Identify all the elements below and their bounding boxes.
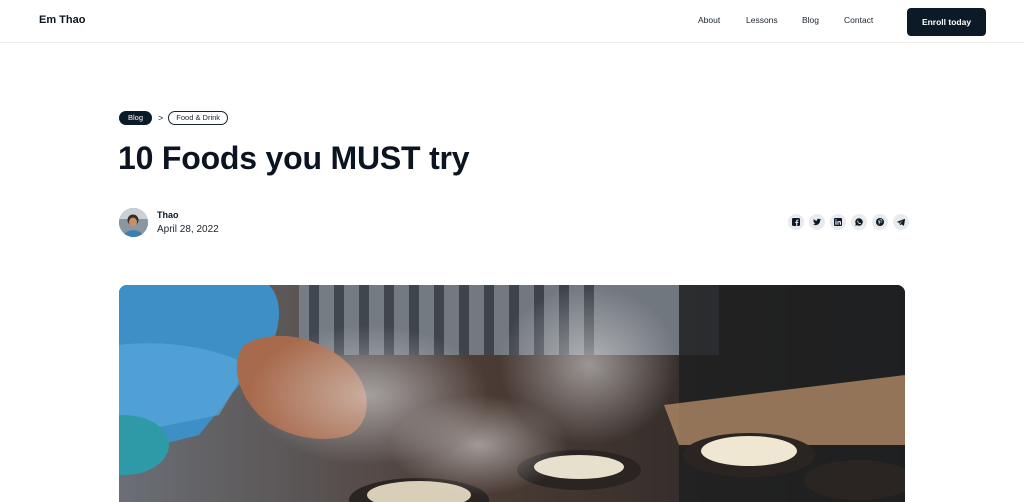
share-bar	[788, 214, 909, 230]
share-whatsapp-button[interactable]	[851, 214, 867, 230]
enroll-button[interactable]: Enroll today	[907, 8, 986, 36]
share-facebook-button[interactable]	[788, 214, 804, 230]
food-photo	[119, 285, 905, 502]
nav-link-lessons[interactable]: Lessons	[746, 15, 778, 25]
publish-date: April 28, 2022	[157, 224, 219, 235]
avatar	[119, 208, 148, 237]
nav-link-about[interactable]: About	[698, 15, 720, 25]
brand-logo[interactable]: Em Thao	[39, 14, 85, 26]
breadcrumb-blog[interactable]: Blog	[119, 110, 153, 125]
telegram-icon	[897, 218, 905, 226]
breadcrumb-separator: >	[158, 112, 164, 123]
facebook-icon	[792, 218, 800, 226]
page-title: 10 Foods you MUST try	[118, 140, 470, 176]
nav-link-contact[interactable]: Contact	[844, 15, 873, 25]
whatsapp-icon	[855, 218, 863, 226]
pinterest-icon	[876, 218, 884, 226]
breadcrumb: Blog > Food & Drink	[119, 110, 229, 125]
share-twitter-button[interactable]	[809, 214, 825, 230]
site-header: Em Thao About Lessons Blog Contact Enrol…	[0, 0, 1024, 43]
linkedin-icon	[834, 218, 842, 226]
share-telegram-button[interactable]	[893, 214, 909, 230]
breadcrumb-category[interactable]: Food & Drink	[168, 110, 229, 125]
share-pinterest-button[interactable]	[872, 214, 888, 230]
twitter-icon	[813, 218, 821, 226]
share-linkedin-button[interactable]	[830, 214, 846, 230]
author-name: Thao	[157, 210, 179, 220]
nav-link-blog[interactable]: Blog	[802, 15, 819, 25]
hero-image	[119, 285, 905, 502]
